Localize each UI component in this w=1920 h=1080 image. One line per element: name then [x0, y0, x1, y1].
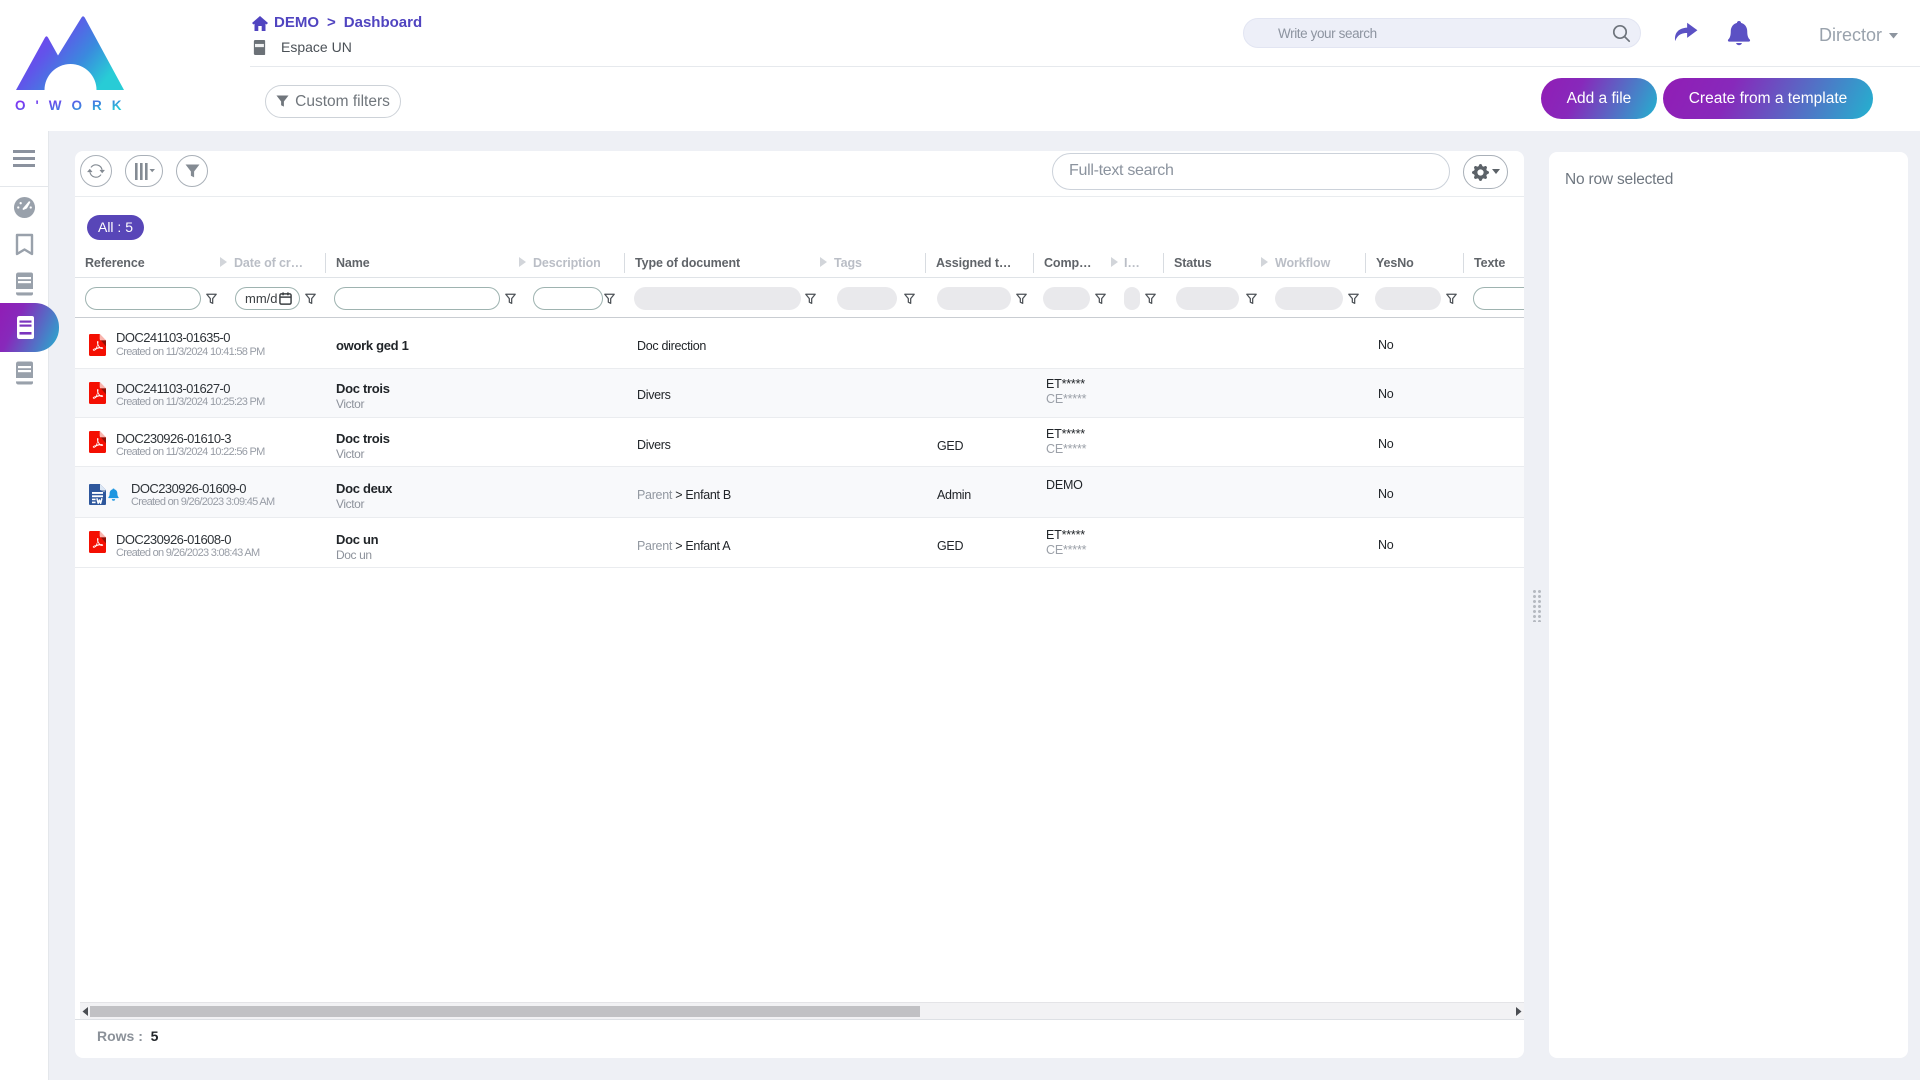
- svg-text:O'WORK: O'WORK: [15, 98, 129, 113]
